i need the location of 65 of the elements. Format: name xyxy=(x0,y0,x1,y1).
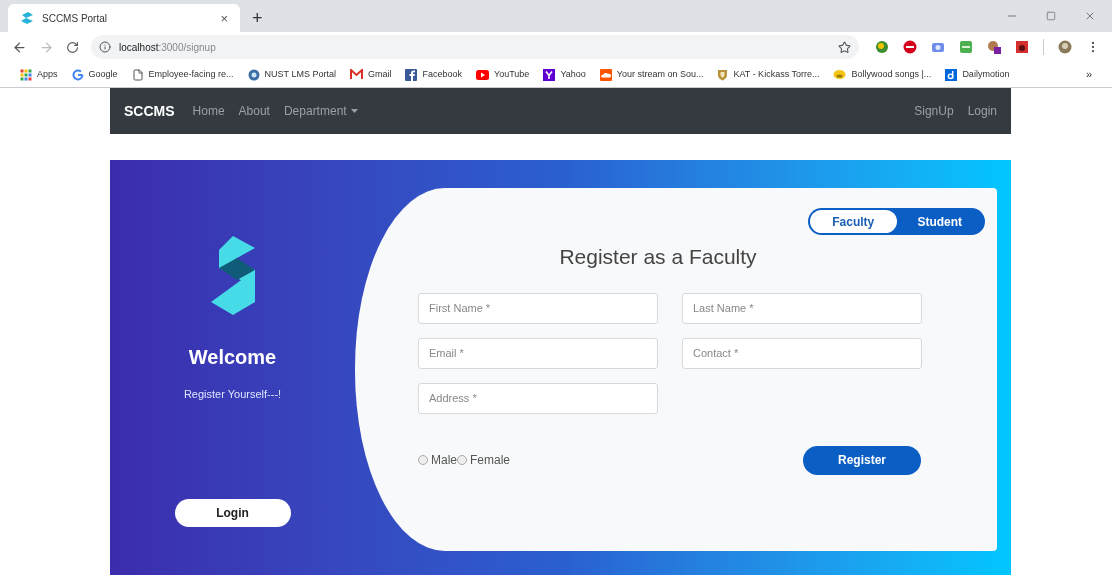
text-input-field[interactable]: Address * xyxy=(418,382,658,414)
radio-button[interactable] xyxy=(457,455,467,465)
shield-icon xyxy=(717,68,729,81)
bookmark-item[interactable]: Apps xyxy=(20,67,58,82)
bookmark-item[interactable]: NUST LMS Portal xyxy=(247,67,336,82)
text-input-field[interactable]: First Name * xyxy=(418,292,658,324)
g-letter-icon xyxy=(71,68,84,81)
url-text: localhost:3000/signup xyxy=(119,40,217,55)
camera-icon[interactable] xyxy=(931,40,945,54)
profile-avatar-icon[interactable] xyxy=(1058,40,1072,54)
browser-tab[interactable]: SCCMS Portal × xyxy=(8,4,240,32)
bookmark-item[interactable]: Bollywood songs |... xyxy=(833,67,932,82)
welcome-subtitle: Register Yourself---! xyxy=(183,387,282,402)
brand-link[interactable]: SCCMS xyxy=(124,100,175,122)
d-square-icon xyxy=(945,68,958,81)
nav-link[interactable]: About xyxy=(238,102,270,120)
bookmark-item[interactable]: Dailymotion xyxy=(945,67,1010,82)
radio-button[interactable] xyxy=(418,455,428,465)
f-square-icon xyxy=(405,68,418,81)
bookmark-item[interactable]: KAT - Kickass Torre... xyxy=(717,67,820,82)
cloud-square-icon xyxy=(599,68,612,81)
bookmark-item[interactable]: Employee-facing re... xyxy=(131,67,234,82)
bookmark-item[interactable]: Your stream on Sou... xyxy=(599,67,704,82)
mail-m-icon xyxy=(349,69,363,80)
tab-title: SCCMS Portal xyxy=(42,11,108,26)
url-bar[interactable]: localhost:3000/signup xyxy=(91,35,859,59)
nav-link[interactable]: SignUp xyxy=(914,102,954,120)
nav-link[interactable]: Home xyxy=(192,102,225,120)
bookmark-item[interactable]: Gmail xyxy=(349,67,392,82)
stop-sign-icon[interactable] xyxy=(903,40,917,54)
nav-link[interactable]: Login xyxy=(967,102,997,120)
bookmark-item[interactable]: Facebook xyxy=(405,67,462,82)
reload-icon[interactable] xyxy=(66,40,79,54)
tab-close-button[interactable]: × xyxy=(220,11,228,25)
login-button[interactable]: Login xyxy=(174,498,291,527)
info-icon xyxy=(99,41,111,53)
bookmark-item[interactable]: YouTube xyxy=(476,67,530,82)
text-input-field[interactable]: Last Name * xyxy=(682,292,922,324)
nav-link[interactable]: Department xyxy=(283,102,358,120)
form-heading: Register as a Faculty xyxy=(558,244,758,270)
text-input-field[interactable]: Contact * xyxy=(682,337,922,369)
more-bookmarks-button[interactable]: » xyxy=(1085,66,1092,83)
register-button[interactable]: Register xyxy=(803,445,921,475)
dot-square-icon[interactable] xyxy=(1015,40,1029,54)
tab-favicon-icon xyxy=(20,12,34,24)
y-square-icon xyxy=(543,68,556,81)
restore-icon[interactable] xyxy=(1046,11,1056,21)
close-icon[interactable] xyxy=(1084,10,1096,22)
welcome-title: Welcome xyxy=(188,345,277,370)
role-tab[interactable]: Faculty xyxy=(810,210,897,233)
role-tab[interactable]: Student xyxy=(896,210,983,233)
apps-grid-icon xyxy=(20,68,32,81)
document-icon xyxy=(131,68,144,81)
caret-icon xyxy=(350,109,358,113)
radio-label: Male xyxy=(431,452,457,469)
bookmark-item[interactable]: Yahoo xyxy=(543,67,586,82)
lemon-icon xyxy=(833,69,847,80)
back-icon[interactable] xyxy=(12,39,27,55)
extension-badge-icon[interactable] xyxy=(959,40,973,54)
new-tab-button[interactable]: + xyxy=(252,9,263,27)
bookmark-star-icon[interactable] xyxy=(838,40,851,54)
radio-label: Female xyxy=(470,452,511,469)
play-icon xyxy=(476,69,489,80)
bookmark-item[interactable]: Google xyxy=(71,67,118,82)
text-input-field[interactable]: Email * xyxy=(418,337,658,369)
